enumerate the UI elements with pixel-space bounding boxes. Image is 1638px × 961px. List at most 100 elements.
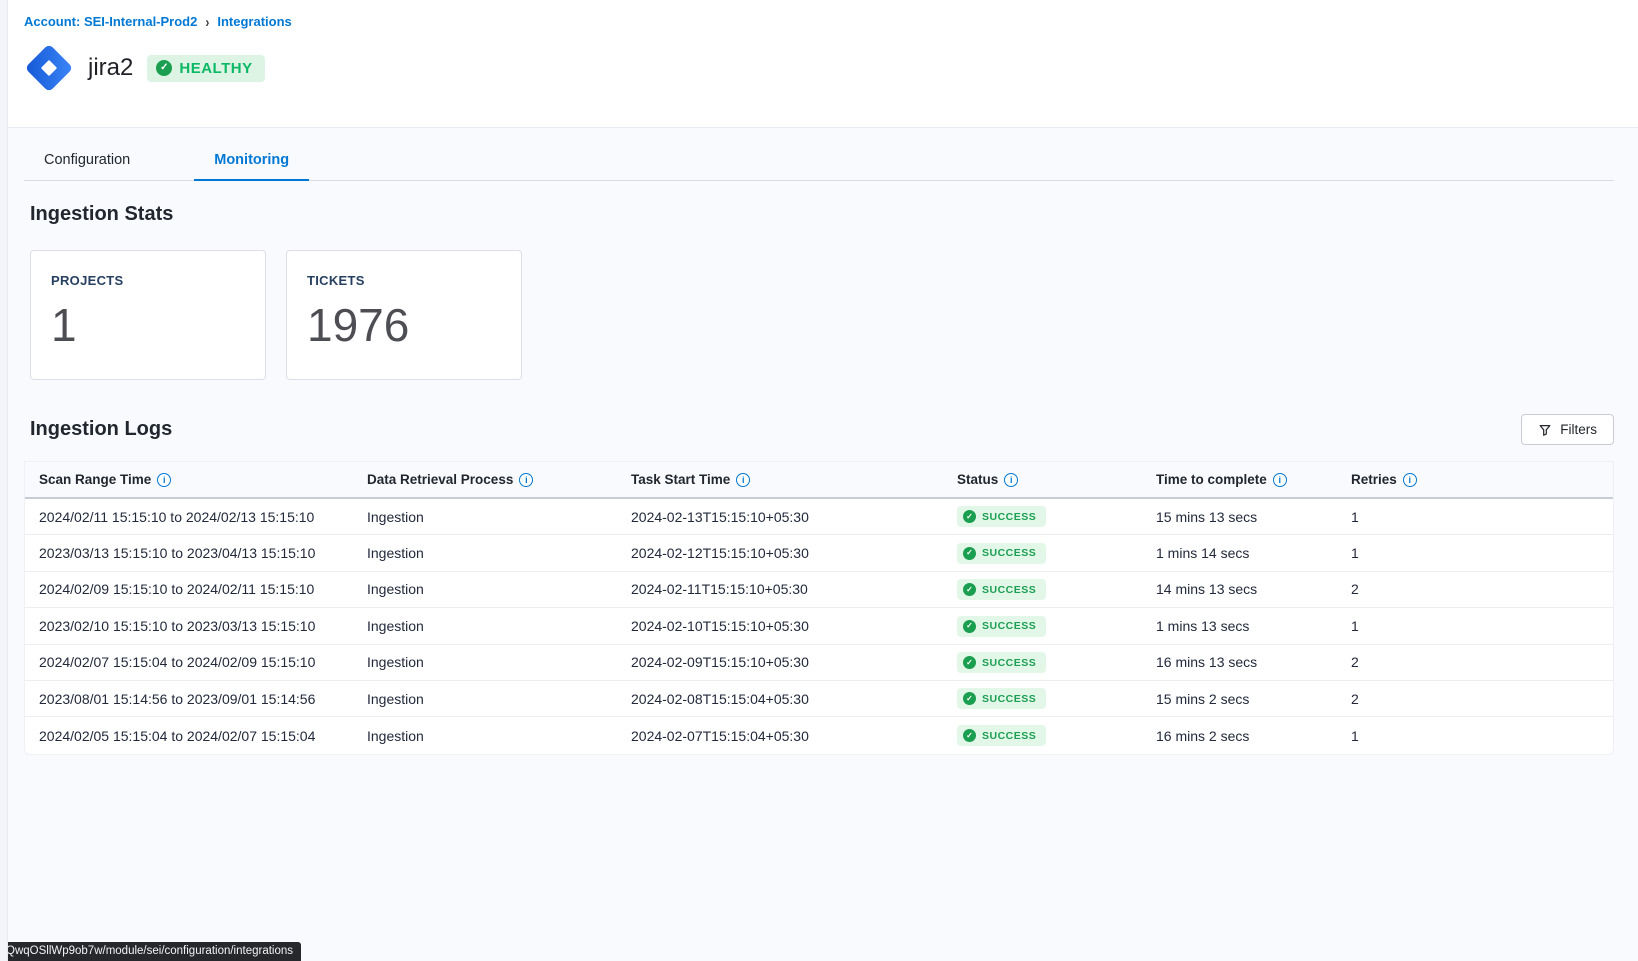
check-circle-icon: ✓: [156, 60, 172, 76]
cell-scan-range: 2023/08/01 15:14:56 to 2023/09/01 15:14:…: [25, 691, 353, 707]
cell-task-start: 2024-02-09T15:15:10+05:30: [617, 654, 943, 670]
chevron-right-icon: ›: [205, 13, 209, 30]
cell-status: ✓SUCCESS: [943, 652, 1142, 674]
cell-status: ✓SUCCESS: [943, 725, 1142, 747]
cell-scan-range: 2024/02/11 15:15:10 to 2024/02/13 15:15:…: [25, 509, 353, 525]
cell-status: ✓SUCCESS: [943, 542, 1142, 564]
cell-time-to-complete: 1 mins 14 secs: [1142, 545, 1337, 561]
cell-time-to-complete: 16 mins 2 secs: [1142, 728, 1337, 744]
cell-scan-range: 2023/02/10 15:15:10 to 2023/03/13 15:15:…: [25, 618, 353, 634]
tab-monitoring[interactable]: Monitoring: [194, 142, 309, 180]
stat-card-projects: PROJECTS 1: [30, 250, 266, 380]
cell-process: Ingestion: [353, 509, 617, 525]
cell-process: Ingestion: [353, 618, 617, 634]
status-badge: ✓SUCCESS: [957, 725, 1046, 746]
page-title: jira2: [88, 54, 133, 82]
tab-configuration[interactable]: Configuration: [24, 142, 150, 180]
stat-label: TICKETS: [307, 273, 501, 288]
table-row[interactable]: 2023/08/01 15:14:56 to 2023/09/01 15:14:…: [25, 681, 1613, 717]
column-data-retrieval-process: Data Retrieval Process i: [353, 462, 617, 497]
info-icon[interactable]: i: [157, 473, 171, 487]
cell-scan-range: 2024/02/09 15:15:10 to 2024/02/11 15:15:…: [25, 581, 353, 597]
info-icon[interactable]: i: [519, 473, 533, 487]
stats-row: PROJECTS 1 TICKETS 1976: [30, 250, 1638, 380]
cell-process: Ingestion: [353, 728, 617, 744]
table-row[interactable]: 2024/02/11 15:15:10 to 2024/02/13 15:15:…: [25, 499, 1613, 535]
cell-retries: 1: [1337, 509, 1613, 525]
breadcrumb: Account: SEI-Internal-Prod2 › Integratio…: [24, 14, 1614, 29]
stat-card-tickets: TICKETS 1976: [286, 250, 522, 380]
ingestion-stats-heading: Ingestion Stats: [30, 203, 1638, 226]
status-badge: ✓SUCCESS: [957, 543, 1046, 564]
check-circle-icon: ✓: [963, 692, 976, 705]
table-row[interactable]: 2023/03/13 15:15:10 to 2023/04/13 15:15:…: [25, 535, 1613, 571]
cell-status: ✓SUCCESS: [943, 506, 1142, 528]
filters-button-label: Filters: [1560, 422, 1597, 437]
cell-process: Ingestion: [353, 691, 617, 707]
cell-retries: 1: [1337, 545, 1613, 561]
table-row[interactable]: 2023/02/10 15:15:10 to 2023/03/13 15:15:…: [25, 608, 1613, 644]
cell-time-to-complete: 14 mins 13 secs: [1142, 581, 1337, 597]
check-circle-icon: ✓: [963, 510, 976, 523]
check-circle-icon: ✓: [963, 729, 976, 742]
cell-status: ✓SUCCESS: [943, 579, 1142, 601]
cell-retries: 2: [1337, 654, 1613, 670]
status-badge: ✓SUCCESS: [957, 652, 1046, 673]
cell-scan-range: 2024/02/07 15:15:04 to 2024/02/09 15:15:…: [25, 654, 353, 670]
breadcrumb-account-link[interactable]: Account: SEI-Internal-Prod2: [24, 14, 197, 29]
cell-process: Ingestion: [353, 581, 617, 597]
column-scan-range-time: Scan Range Time i: [25, 462, 353, 497]
ingestion-logs-heading: Ingestion Logs: [30, 418, 172, 441]
cell-time-to-complete: 15 mins 2 secs: [1142, 691, 1337, 707]
stat-value: 1: [51, 302, 245, 348]
table-header-row: Scan Range Time i Data Retrieval Process…: [25, 461, 1613, 499]
cell-retries: 2: [1337, 691, 1613, 707]
page-header: Account: SEI-Internal-Prod2 › Integratio…: [0, 0, 1638, 128]
column-task-start-time: Task Start Time i: [617, 462, 943, 497]
cell-retries: 2: [1337, 581, 1613, 597]
info-icon[interactable]: i: [736, 473, 750, 487]
health-status-badge: ✓ HEALTHY: [147, 55, 264, 82]
ingestion-logs-table: Scan Range Time i Data Retrieval Process…: [24, 461, 1614, 755]
table-row[interactable]: 2024/02/07 15:15:04 to 2024/02/09 15:15:…: [25, 645, 1613, 681]
info-icon[interactable]: i: [1273, 473, 1287, 487]
check-circle-icon: ✓: [963, 547, 976, 560]
cell-scan-range: 2023/03/13 15:15:10 to 2023/04/13 15:15:…: [25, 545, 353, 561]
collapsed-side-nav: [0, 0, 8, 961]
column-retries: Retries i: [1337, 462, 1613, 497]
cell-task-start: 2024-02-13T15:15:10+05:30: [617, 509, 943, 525]
stat-label: PROJECTS: [51, 273, 245, 288]
cell-status: ✓SUCCESS: [943, 615, 1142, 637]
filters-button[interactable]: Filters: [1521, 414, 1614, 445]
cell-retries: 1: [1337, 618, 1613, 634]
status-badge: ✓SUCCESS: [957, 616, 1046, 637]
info-icon[interactable]: i: [1004, 473, 1018, 487]
cell-time-to-complete: 15 mins 13 secs: [1142, 509, 1337, 525]
cell-time-to-complete: 16 mins 13 secs: [1142, 654, 1337, 670]
check-circle-icon: ✓: [963, 583, 976, 596]
cell-status: ✓SUCCESS: [943, 688, 1142, 710]
cell-scan-range: 2024/02/05 15:15:04 to 2024/02/07 15:15:…: [25, 728, 353, 744]
jira-logo-icon: [24, 43, 74, 93]
check-circle-icon: ✓: [963, 656, 976, 669]
info-icon[interactable]: i: [1403, 473, 1417, 487]
status-badge: ✓SUCCESS: [957, 579, 1046, 600]
breadcrumb-integrations-link[interactable]: Integrations: [217, 14, 291, 29]
column-status: Status i: [943, 462, 1142, 497]
cell-task-start: 2024-02-10T15:15:10+05:30: [617, 618, 943, 634]
check-circle-icon: ✓: [963, 620, 976, 633]
cell-process: Ingestion: [353, 545, 617, 561]
tab-bar: Configuration Monitoring: [24, 142, 1614, 181]
table-row[interactable]: 2024/02/09 15:15:10 to 2024/02/11 15:15:…: [25, 572, 1613, 608]
health-status-label: HEALTHY: [179, 60, 252, 77]
link-preview-status-bar: QwqOSllWp9ob7w/module/sei/configuration/…: [0, 942, 301, 961]
status-badge: ✓SUCCESS: [957, 506, 1046, 527]
column-time-to-complete: Time to complete i: [1142, 462, 1337, 497]
cell-task-start: 2024-02-07T15:15:04+05:30: [617, 728, 943, 744]
cell-time-to-complete: 1 mins 13 secs: [1142, 618, 1337, 634]
filter-funnel-icon: [1538, 423, 1552, 437]
cell-process: Ingestion: [353, 654, 617, 670]
stat-value: 1976: [307, 302, 501, 348]
cell-task-start: 2024-02-08T15:15:04+05:30: [617, 691, 943, 707]
table-row[interactable]: 2024/02/05 15:15:04 to 2024/02/07 15:15:…: [25, 717, 1613, 753]
